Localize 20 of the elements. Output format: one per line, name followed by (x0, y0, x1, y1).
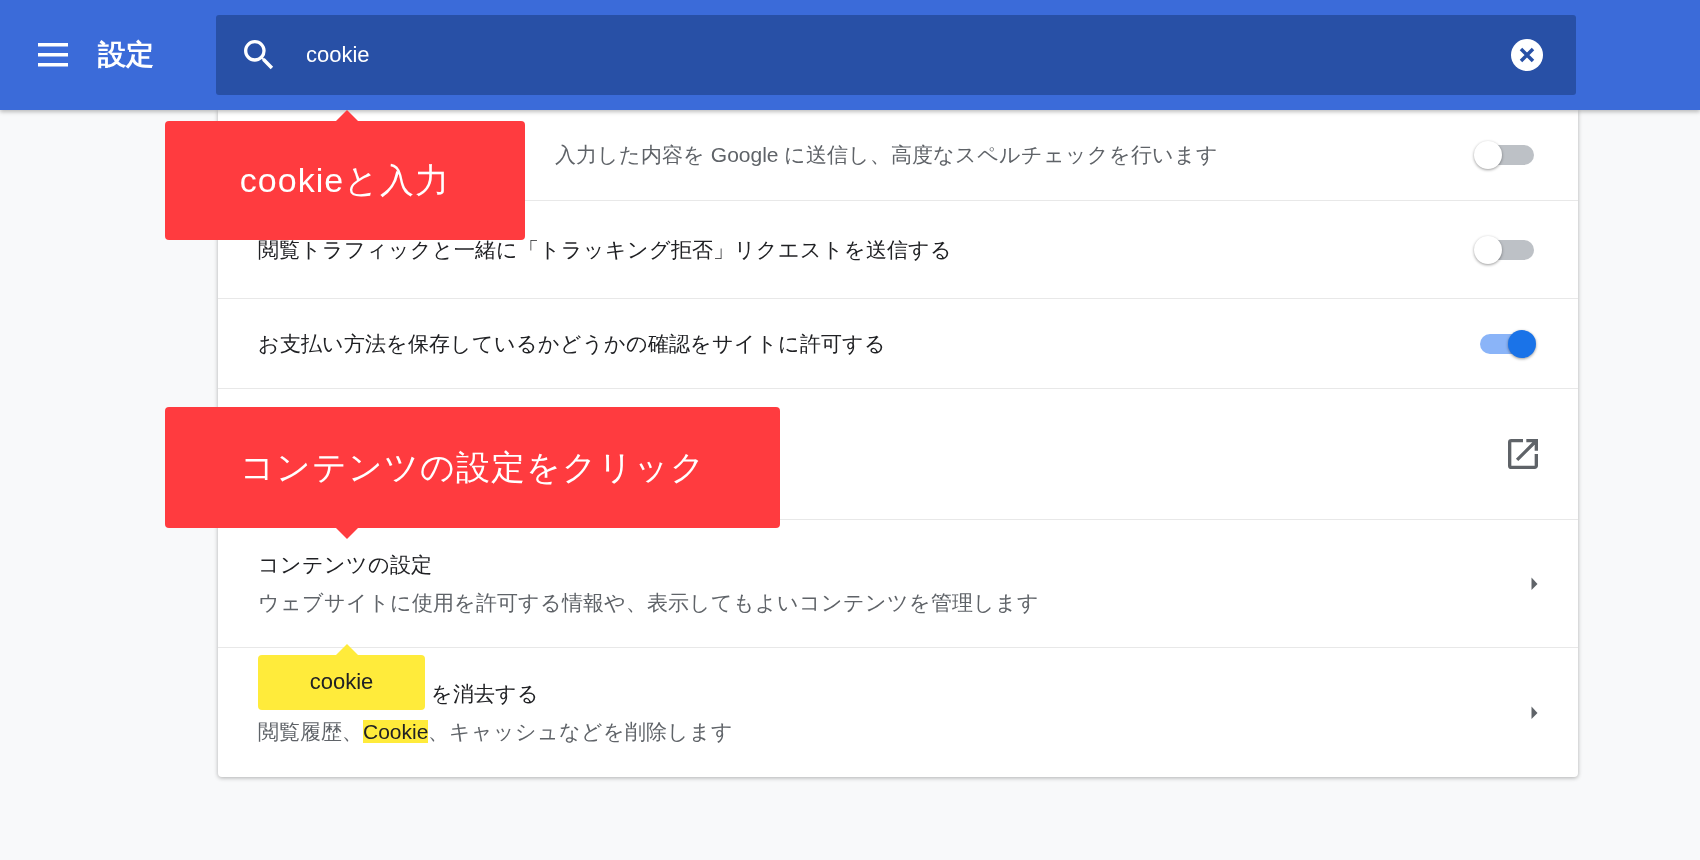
callout-label: cookieと入力 (165, 121, 525, 240)
callout-label: cookie (258, 655, 425, 710)
setting-title: を消去する (431, 680, 539, 707)
caret-right-icon[interactable] (1531, 577, 1538, 590)
setting-description: 入力した内容を Google に送信し、高度なスペルチェックを行います (555, 142, 1219, 168)
search-icon (244, 40, 274, 70)
setting-description: ウェブサイトに使用を許可する情報や、表示してもよいコンテンツを管理します (258, 589, 1039, 616)
search-field[interactable]: cookie (304, 41, 1510, 69)
callout-pointer (336, 110, 358, 121)
callout-pointer (336, 644, 358, 655)
callout-pointer (336, 528, 358, 539)
setting-description: 閲覧履歴、Cookie、キャッシュなどを削除します (258, 718, 734, 745)
setting-title: コンテンツの設定 (258, 551, 432, 578)
setting-title: お支払い方法を保存しているかどうかの確認をサイトに許可する (258, 330, 886, 357)
caret-right-icon[interactable] (1531, 706, 1538, 719)
page-title: 設定 (98, 38, 155, 72)
clear-search-icon[interactable] (1510, 38, 1544, 72)
search-bar[interactable]: cookie (216, 15, 1576, 95)
external-link-icon[interactable] (1508, 439, 1538, 469)
callout-label: コンテンツの設定をクリック (165, 407, 780, 528)
